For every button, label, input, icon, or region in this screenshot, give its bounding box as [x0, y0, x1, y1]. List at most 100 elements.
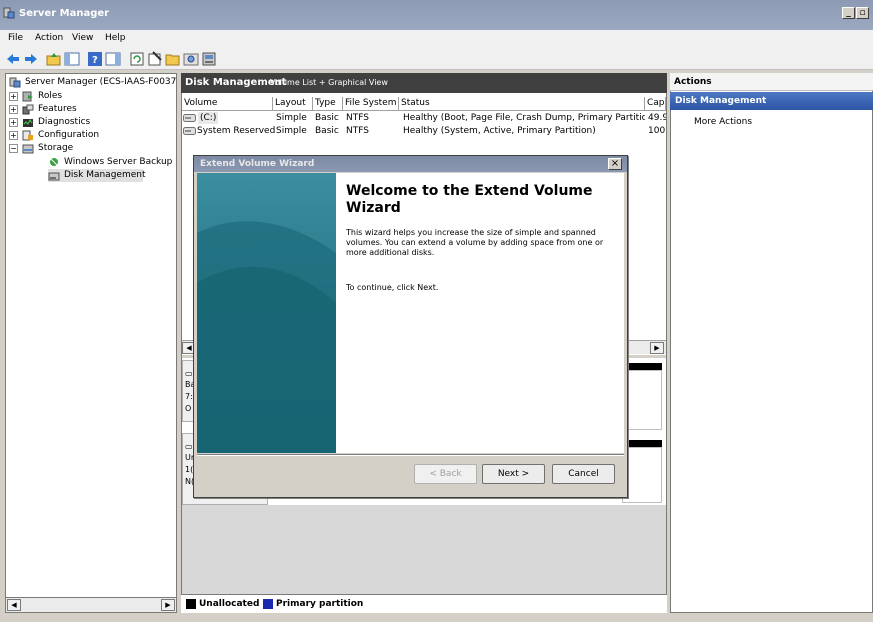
- tree-item-features[interactable]: + Features: [9, 103, 169, 116]
- volume-file-system: NTFS: [346, 113, 369, 123]
- backup-icon: [50, 158, 58, 166]
- tree-item-diagnostics[interactable]: + Diagnostics: [9, 116, 169, 129]
- wizard-description: This wizard helps you increase the size …: [346, 228, 604, 257]
- svg-text:?: ?: [92, 55, 98, 66]
- wizard-title: Extend Volume Wizard: [200, 159, 315, 169]
- tree-item-windows-server-backup[interactable]: Windows Server Backup: [48, 156, 176, 169]
- volume-status: Healthy (Boot, Page File, Crash Dump, Pr…: [403, 113, 645, 123]
- tree-item-storage[interactable]: − Storage: [9, 142, 169, 155]
- up-folder-icon[interactable]: [46, 51, 62, 67]
- toolbar: ?: [0, 48, 873, 70]
- tree-item-roles[interactable]: + Roles: [9, 90, 169, 103]
- scroll-left-icon[interactable]: ◀: [7, 599, 21, 611]
- features-icon: [22, 104, 34, 115]
- column-status[interactable]: Status: [399, 97, 645, 111]
- more-actions-link[interactable]: More Actions: [694, 117, 752, 127]
- volume-file-system: NTFS: [346, 126, 369, 136]
- primary-partition-swatch: [263, 599, 273, 609]
- disk-1-unallocated-bar: [622, 440, 662, 447]
- menu-view[interactable]: View: [72, 33, 93, 43]
- wizard-close-button[interactable]: ×: [608, 158, 622, 170]
- empty-graphical-area: [182, 505, 666, 595]
- restore-button[interactable]: ▫: [856, 7, 869, 19]
- column-type[interactable]: Type: [313, 97, 343, 111]
- tree-item-disk-management[interactable]: Disk Management: [48, 169, 146, 182]
- expand-icon[interactable]: +: [9, 105, 18, 114]
- scroll-right-icon[interactable]: ▶: [650, 342, 664, 354]
- diagnostics-icon: [23, 119, 33, 127]
- menu-help[interactable]: Help: [105, 33, 126, 43]
- disk-management-header: Disk Management Volume List + Graphical …: [181, 73, 667, 93]
- cancel-button[interactable]: Cancel: [552, 464, 615, 484]
- configuration-icon: [22, 130, 33, 141]
- tree-item-configuration[interactable]: + Configuration: [9, 129, 169, 142]
- status-bar: [0, 614, 873, 622]
- expand-icon[interactable]: +: [9, 92, 18, 101]
- disk-1-unallocated[interactable]: [622, 447, 662, 503]
- roles-icon: [22, 91, 33, 102]
- disk-0-status: O: [185, 404, 192, 413]
- tree-item-label: Windows Server Backup: [64, 157, 173, 167]
- disk-0-size: 7:: [185, 392, 193, 401]
- actions-section-disk-management[interactable]: Disk Management: [670, 92, 873, 110]
- menu-bar: File Action View Help: [0, 30, 873, 48]
- tree-item-label: Storage: [38, 143, 74, 153]
- wizard-title-bar: Extend Volume Wizard: [194, 156, 627, 172]
- tree-item-label: Diagnostics: [38, 117, 91, 127]
- volume-capacity: 100: [648, 126, 666, 136]
- view-mode: Volume List + Graphical View: [270, 78, 388, 87]
- legend: Unallocated Primary partition: [181, 594, 667, 613]
- disk-1-size: 1(: [185, 465, 194, 474]
- tree-item-label: Features: [38, 104, 77, 114]
- wizard-separator: [197, 454, 624, 456]
- window-title: Server Manager: [19, 8, 110, 19]
- disk-management-icon: [48, 172, 60, 181]
- show-hide-action-pane-icon[interactable]: [105, 51, 121, 67]
- legend-unallocated: Unallocated: [199, 599, 260, 609]
- volume-layout: Simple: [276, 113, 307, 123]
- tree-item-label: Configuration: [38, 130, 100, 140]
- properties-icon[interactable]: [147, 51, 163, 67]
- legend-primary-partition: Primary partition: [276, 599, 364, 609]
- show-hide-tree-icon[interactable]: [64, 51, 80, 67]
- volume-type: Basic: [315, 113, 339, 123]
- volume-capacity: 49.9: [648, 113, 666, 123]
- storage-icon: [22, 144, 34, 154]
- collapse-icon[interactable]: −: [9, 144, 18, 153]
- open-folder-icon[interactable]: [165, 51, 181, 67]
- column-file-system[interactable]: File System: [343, 97, 399, 111]
- wizard-heading: Welcome to the Extend Volume Wizard: [346, 183, 593, 216]
- refresh-icon[interactable]: [129, 51, 145, 67]
- tree-item-label: Disk Management: [64, 170, 146, 180]
- column-capacity[interactable]: Cap: [645, 97, 666, 111]
- volume-status: Healthy (System, Active, Primary Partiti…: [403, 126, 596, 136]
- disk-0-partition[interactable]: [622, 370, 662, 430]
- help-icon[interactable]: ?: [87, 51, 103, 67]
- server-manager-icon: [3, 7, 15, 19]
- menu-file[interactable]: File: [8, 33, 23, 43]
- tree-horizontal-scrollbar[interactable]: ◀ ▶: [5, 597, 177, 613]
- wizard-side-banner: [197, 173, 336, 453]
- volume-icon: [183, 127, 196, 135]
- search-icon[interactable]: [183, 51, 199, 67]
- back-button[interactable]: < Back: [414, 464, 477, 484]
- window-title-bar: Server Manager _ ▫: [0, 0, 873, 30]
- column-volume[interactable]: Volume: [182, 97, 273, 111]
- volume-icon: [183, 114, 196, 122]
- wizard-continue-text: To continue, click Next.: [346, 283, 439, 292]
- volume-type: Basic: [315, 126, 339, 136]
- expand-icon[interactable]: +: [9, 118, 18, 127]
- menu-action[interactable]: Action: [35, 33, 63, 43]
- disk-settings-icon[interactable]: [201, 51, 217, 67]
- column-layout[interactable]: Layout: [273, 97, 313, 111]
- expand-icon[interactable]: +: [9, 131, 18, 140]
- server-manager-icon: [9, 77, 21, 88]
- forward-arrow-icon[interactable]: [23, 51, 39, 67]
- tree-item-label: Roles: [38, 91, 63, 101]
- minimize-button[interactable]: _: [842, 7, 855, 19]
- next-button[interactable]: Next >: [482, 464, 545, 484]
- volume-name: (C:): [198, 112, 219, 124]
- back-arrow-icon[interactable]: [5, 51, 21, 67]
- scroll-right-icon[interactable]: ▶: [161, 599, 175, 611]
- tree-root-label: Server Manager (ECS-IAAS-F00373: [25, 77, 177, 87]
